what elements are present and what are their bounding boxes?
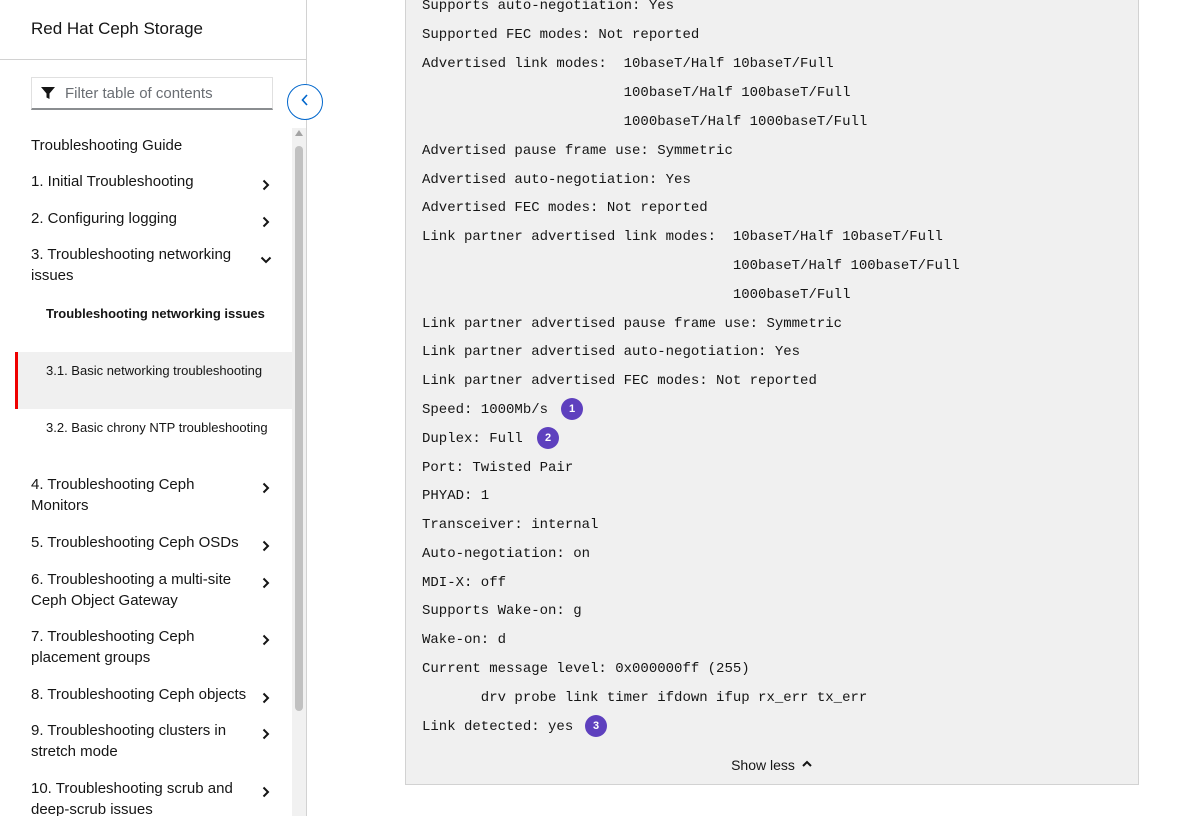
chevron-right-icon[interactable] bbox=[260, 176, 272, 191]
code-line: Supports auto-negotiation: Yes bbox=[422, 0, 675, 14]
toc-subitem-chrony-ntp[interactable]: 3.2. Basic chrony NTP troubleshooting bbox=[46, 417, 276, 438]
toc-item-networking-issues[interactable]: 3. Troubleshooting networking issues bbox=[31, 244, 286, 286]
code-line: Current message level: 0x000000ff (255) bbox=[422, 661, 750, 677]
chevron-right-icon[interactable] bbox=[260, 574, 272, 589]
toc-item-label: 7. Troubleshooting Ceph placement groups bbox=[31, 628, 195, 666]
chevron-right-icon[interactable] bbox=[260, 725, 272, 740]
sidebar-header: Red Hat Ceph Storage bbox=[0, 0, 306, 60]
show-less-button[interactable]: Show less bbox=[406, 757, 1138, 773]
chevron-right-icon[interactable] bbox=[260, 689, 272, 704]
toc-item-label: 9. Troubleshooting clusters in stretch m… bbox=[31, 722, 227, 760]
toc-item-label: 6. Troubleshooting a multi-site Ceph Obj… bbox=[31, 571, 232, 609]
code-line: Auto-negotiation: on bbox=[422, 546, 591, 562]
scroll-thumb[interactable] bbox=[295, 146, 303, 711]
code-line: Advertised FEC modes: Not reported bbox=[422, 200, 708, 216]
toc-item-initial-troubleshooting[interactable]: 1. Initial Troubleshooting bbox=[31, 171, 286, 192]
code-line: Duplex: Full bbox=[422, 431, 523, 447]
code-block: Supports auto-negotiation: Yes Supported… bbox=[405, 0, 1139, 785]
toc-item-stretch-mode[interactable]: 9. Troubleshooting clusters in stretch m… bbox=[31, 720, 286, 762]
code-line: Link partner advertised FEC modes: Not r… bbox=[422, 373, 817, 389]
toc-subitem-label: Troubleshooting networking issues bbox=[46, 306, 265, 321]
toc-item-configuring-logging[interactable]: 2. Configuring logging bbox=[31, 208, 286, 229]
toc-item-ceph-monitors[interactable]: 4. Troubleshooting Ceph Monitors bbox=[31, 474, 286, 516]
filter-icon bbox=[40, 85, 56, 101]
code-line: Advertised link modes: 10baseT/Half 10ba… bbox=[422, 56, 834, 72]
toc-item-label: 1. Initial Troubleshooting bbox=[31, 173, 194, 190]
toc-item-troubleshooting-guide[interactable]: Troubleshooting Guide bbox=[31, 135, 286, 156]
chevron-left-icon bbox=[299, 93, 311, 112]
toc-item-label: 3. Troubleshooting networking issues bbox=[31, 246, 232, 284]
callout-badge: 1 bbox=[561, 398, 583, 420]
toc-filter[interactable] bbox=[31, 77, 273, 110]
toc-item-label: 8. Troubleshooting Ceph objects bbox=[31, 686, 247, 703]
toc-item-label: 10. Troubleshooting scrub and deep-scrub… bbox=[31, 780, 233, 816]
toc-item-label: Troubleshooting Guide bbox=[31, 137, 183, 154]
code-line: 1000baseT/Half 1000baseT/Full bbox=[422, 114, 868, 130]
toc-item-ceph-osds[interactable]: 5. Troubleshooting Ceph OSDs bbox=[31, 532, 286, 553]
toc-item-label: 4. Troubleshooting Ceph Monitors bbox=[31, 476, 195, 514]
chevron-up-icon bbox=[801, 757, 813, 773]
toc-subitem-basic-networking[interactable]: 3.1. Basic networking troubleshooting bbox=[46, 360, 276, 381]
code-line: Wake-on: d bbox=[422, 632, 507, 648]
chevron-right-icon[interactable] bbox=[260, 537, 272, 552]
toc-item-label: 2. Configuring logging bbox=[31, 210, 177, 227]
toc-sidebar: Red Hat Ceph Storage Troubleshooting Gui… bbox=[0, 0, 307, 816]
toc-item-scrub-issues[interactable]: 10. Troubleshooting scrub and deep-scrub… bbox=[31, 778, 286, 816]
toc-subitem-networking-issues[interactable]: Troubleshooting networking issues bbox=[46, 303, 276, 324]
code-line: drv probe link timer ifdown ifup rx_err … bbox=[422, 690, 868, 706]
chevron-right-icon[interactable] bbox=[260, 213, 272, 228]
code-line: Advertised auto-negotiation: Yes bbox=[422, 172, 691, 188]
chevron-right-icon[interactable] bbox=[260, 631, 272, 646]
code-line: Link partner advertised pause frame use:… bbox=[422, 316, 843, 332]
show-less-label: Show less bbox=[731, 757, 795, 773]
toc-subitem-label: 3.1. Basic networking troubleshooting bbox=[46, 363, 263, 378]
collapse-sidebar-button[interactable] bbox=[287, 84, 323, 120]
chevron-right-icon[interactable] bbox=[260, 783, 272, 798]
code-line: 100baseT/Half 100baseT/Full bbox=[422, 85, 851, 101]
code-line: MDI-X: off bbox=[422, 575, 507, 591]
code-line: 1000baseT/Full bbox=[422, 287, 851, 303]
toc-item-placement-groups[interactable]: 7. Troubleshooting Ceph placement groups bbox=[31, 626, 286, 668]
code-line: Transceiver: internal bbox=[422, 517, 599, 533]
code-line: Link partner advertised auto-negotiation… bbox=[422, 344, 801, 360]
scroll-up-arrow-icon[interactable] bbox=[295, 130, 303, 136]
code-line: Supported FEC modes: Not reported bbox=[422, 27, 700, 43]
toc-subitem-label: 3.2. Basic chrony NTP troubleshooting bbox=[46, 420, 268, 435]
toc-item-multisite-gateway[interactable]: 6. Troubleshooting a multi-site Ceph Obj… bbox=[31, 569, 286, 611]
toc-item-ceph-objects[interactable]: 8. Troubleshooting Ceph objects bbox=[31, 684, 286, 705]
toc-scrollbar[interactable] bbox=[292, 128, 306, 816]
chevron-down-icon[interactable] bbox=[260, 251, 272, 264]
toc-list: Troubleshooting Guide 1. Initial Trouble… bbox=[0, 128, 292, 816]
callout-badge: 2 bbox=[537, 427, 559, 449]
code-line: 100baseT/Half 100baseT/Full bbox=[422, 258, 960, 274]
chevron-right-icon[interactable] bbox=[260, 479, 272, 494]
toc-filter-input[interactable] bbox=[63, 83, 267, 103]
callout-badge: 3 bbox=[585, 715, 607, 737]
code-line: Speed: 1000Mb/s bbox=[422, 402, 549, 418]
code-line: Advertised pause frame use: Symmetric bbox=[422, 143, 733, 159]
code-line: Link detected: yes bbox=[422, 719, 574, 735]
code-line: PHYAD: 1 bbox=[422, 488, 490, 504]
code-line: Supports Wake-on: g bbox=[422, 603, 582, 619]
product-title: Red Hat Ceph Storage bbox=[31, 19, 203, 38]
code-line: Link partner advertised link modes: 10ba… bbox=[422, 229, 943, 245]
toc-item-label: 5. Troubleshooting Ceph OSDs bbox=[31, 534, 239, 551]
code-line: Port: Twisted Pair bbox=[422, 460, 574, 476]
